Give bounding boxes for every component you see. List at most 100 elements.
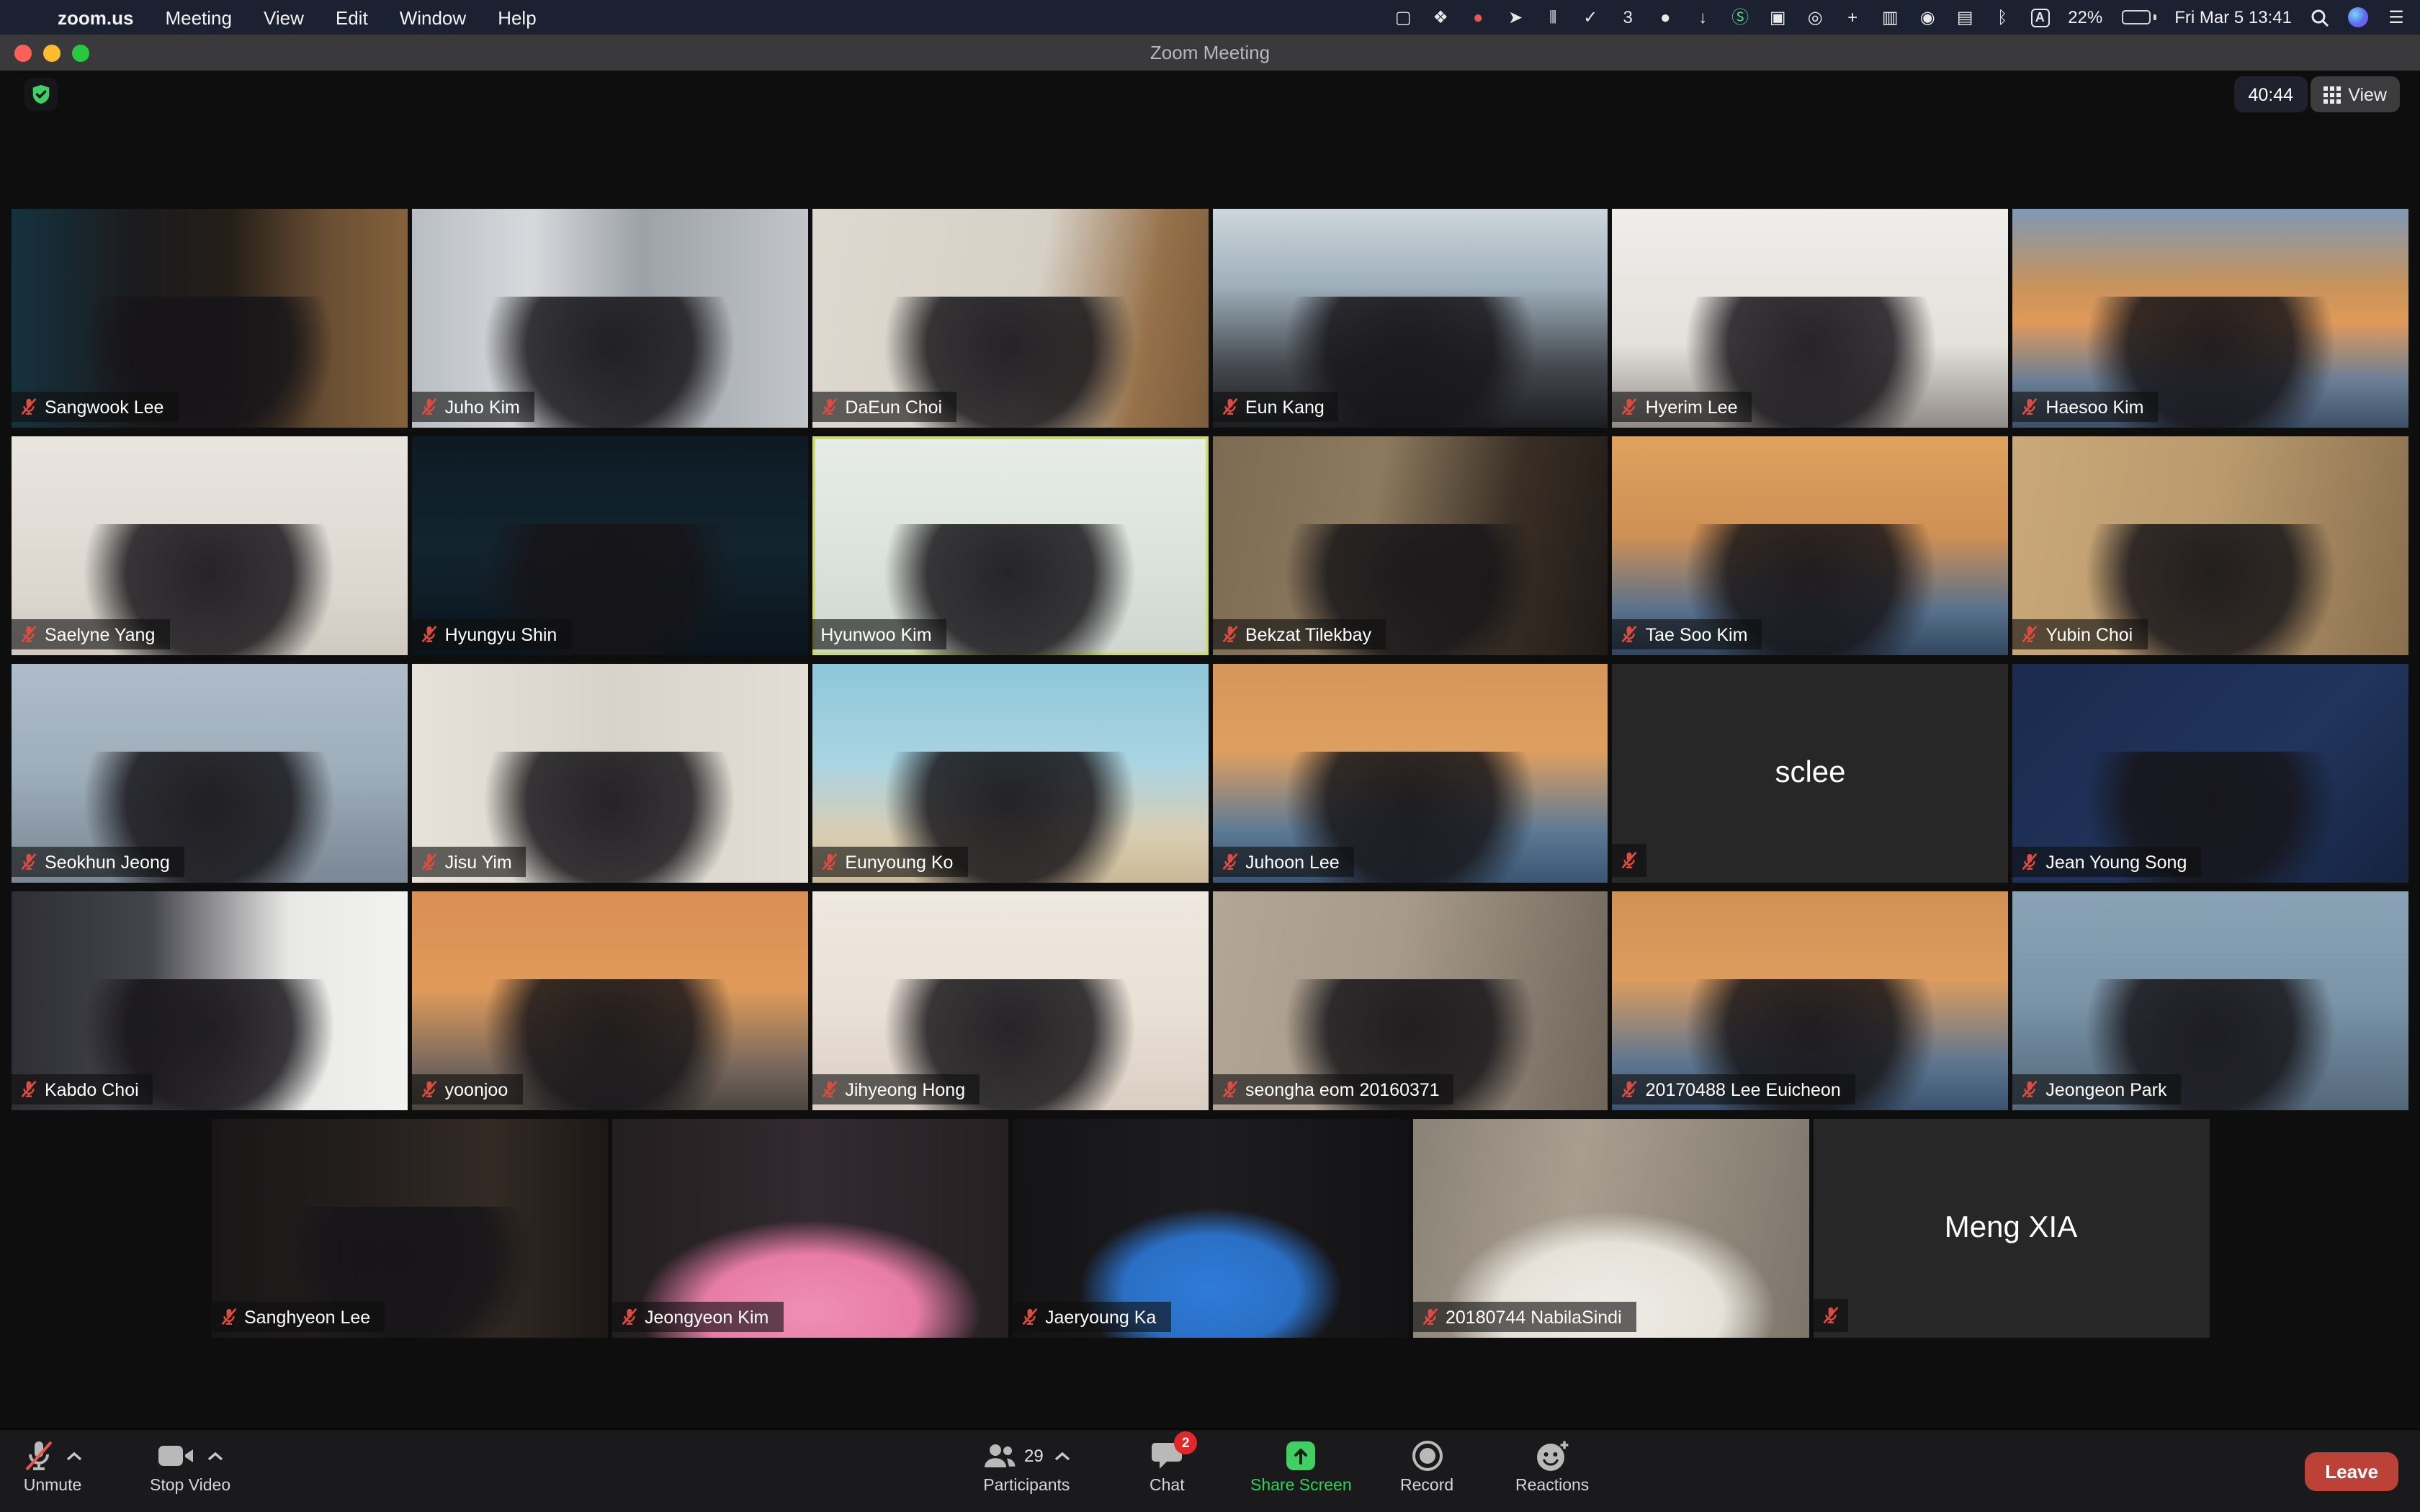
participant-name: yoonjoo <box>445 1079 508 1099</box>
muted-mic-icon <box>620 1308 637 1326</box>
menu-item-meeting[interactable]: Meeting <box>165 6 232 28</box>
participant-name: Juho Kim <box>445 397 520 417</box>
menu-item-zoom-us[interactable]: zoom.us <box>58 6 133 28</box>
reactions-smiley-icon <box>1535 1439 1569 1472</box>
unmute-button[interactable]: Unmute <box>23 1439 82 1495</box>
menu-item-window[interactable]: Window <box>400 6 467 28</box>
video-options-chevron-icon[interactable] <box>207 1451 223 1461</box>
muted-mic-icon <box>1221 625 1238 644</box>
participant-tile[interactable]: Jean Young Song <box>2012 664 2408 883</box>
participant-tile[interactable]: 20170488 Lee Euicheon <box>1613 891 2009 1110</box>
participant-name-label: Yubin Choi <box>2012 619 2147 649</box>
participant-name-label: Eunyoung Ko <box>812 847 967 877</box>
check-count[interactable]: 3 <box>1618 9 1637 26</box>
pointer-app-icon[interactable]: ➤ <box>1506 9 1525 26</box>
participant-name: Jihyeong Hong <box>845 1079 965 1099</box>
participant-tile[interactable]: Juho Kim <box>412 209 808 428</box>
participant-tile[interactable]: Hyunwoo Kim <box>812 436 1208 655</box>
participant-tile[interactable]: Jaeryoung Ka <box>1012 1119 1408 1338</box>
participant-name-label: Hyungyu Shin <box>412 619 572 649</box>
participant-tile[interactable]: Jihyeong Hong <box>812 891 1208 1110</box>
input-source-icon[interactable]: A <box>2030 8 2049 27</box>
screen-mirroring-icon[interactable]: ▢ <box>1394 9 1412 26</box>
participant-name: Sanghyeon Lee <box>244 1307 370 1327</box>
participant-tile[interactable]: Tae Soo Kim <box>1613 436 2009 655</box>
menu-item-edit[interactable]: Edit <box>336 6 368 28</box>
participant-tile[interactable]: DaEun Choi <box>812 209 1208 428</box>
participants-button[interactable]: 29 Participants <box>982 1439 1071 1495</box>
participant-name-label: Hyerim Lee <box>1613 392 1752 422</box>
participant-tile[interactable]: Juhoon Lee <box>1212 664 1608 883</box>
participant-tile[interactable]: Sangwook Lee <box>12 209 408 428</box>
airplay-icon[interactable]: ▤ <box>1955 9 1974 26</box>
status-icons: ▢❖●➤⫴✓3●↓Ⓢ▣◎+▥◉▤ᛒA22%Fri Mar 5 13:41☰ <box>1394 7 2406 27</box>
messenger-badge-icon[interactable]: ● <box>1469 9 1487 26</box>
participant-tile[interactable]: Sanghyeon Lee <box>211 1119 607 1338</box>
split-view-icon[interactable]: ▥ <box>1881 9 1899 26</box>
window-manager-icon[interactable]: ▣ <box>1768 9 1787 26</box>
participant-tile[interactable]: Jisu Yim <box>412 664 808 883</box>
muted-mic-icon <box>20 625 37 644</box>
participant-name-label <box>1813 1299 1847 1332</box>
leave-button[interactable]: Leave <box>2305 1452 2398 1490</box>
participant-tile[interactable]: Haesoo Kim <box>2012 209 2408 428</box>
participant-tile[interactable]: Seokhun Jeong <box>12 664 408 883</box>
participant-name-label: Hyunwoo Kim <box>812 619 946 649</box>
chat-button[interactable]: 2 Chat <box>1150 1439 1185 1495</box>
minimize-window-button[interactable] <box>43 44 60 61</box>
participant-tile[interactable]: Jeongyeon Kim <box>611 1119 1008 1338</box>
participant-name-label: Tae Soo Kim <box>1613 619 1762 649</box>
participant-tile[interactable]: Hyerim Lee <box>1613 209 2009 428</box>
menu-item-view[interactable]: View <box>264 6 304 28</box>
participant-name-label: Kabdo Choi <box>12 1074 153 1104</box>
menu-item-help[interactable]: Help <box>498 6 537 28</box>
audio-levels-icon[interactable]: ⫴ <box>1543 9 1562 26</box>
shottr-icon[interactable]: Ⓢ <box>1731 9 1749 26</box>
download-icon[interactable]: ↓ <box>1693 9 1712 26</box>
view-button[interactable]: View <box>2311 76 2400 112</box>
close-window-button[interactable] <box>14 44 32 61</box>
spotlight-search-icon[interactable] <box>2311 8 2329 27</box>
participant-tile[interactable]: Kabdo Choi <box>12 891 408 1110</box>
participant-tile[interactable]: Saelyne Yang <box>12 436 408 655</box>
plus-icon[interactable]: + <box>1843 9 1862 26</box>
participant-tile[interactable]: Meng XIA <box>1813 1119 2209 1338</box>
dropbox-icon[interactable]: ❖ <box>1431 9 1450 26</box>
accessibility-icon[interactable]: ◉ <box>1918 9 1937 26</box>
muted-mic-icon <box>421 1080 438 1099</box>
record-button[interactable]: Record <box>1400 1439 1453 1495</box>
bell-icon[interactable]: ● <box>1656 9 1675 26</box>
participants-chevron-icon[interactable] <box>1055 1451 1071 1461</box>
participant-name: Jaeryoung Ka <box>1045 1307 1156 1327</box>
window-title-bar: Zoom Meeting <box>0 35 2420 71</box>
check-circle-icon[interactable]: ✓ <box>1581 9 1600 26</box>
list-menu-icon[interactable]: ☰ <box>2387 9 2406 26</box>
pause-circle-icon[interactable]: ◎ <box>1806 9 1824 26</box>
meeting-timer: 40:44 <box>2233 76 2308 112</box>
participant-tile[interactable]: 20180744 NabilaSindi <box>1412 1119 1809 1338</box>
participant-tile[interactable]: sclee <box>1613 664 2009 883</box>
mic-options-chevron-icon[interactable] <box>66 1451 82 1461</box>
participant-tile[interactable]: Eunyoung Ko <box>812 664 1208 883</box>
participant-tile[interactable]: Jeongeon Park <box>2012 891 2408 1110</box>
participant-tile[interactable]: Eun Kang <box>1212 209 1608 428</box>
fullscreen-window-button[interactable] <box>72 44 89 61</box>
window-title: Zoom Meeting <box>0 42 2420 63</box>
share-screen-button[interactable]: Share Screen <box>1250 1439 1352 1495</box>
participant-tile[interactable]: Hyungyu Shin <box>412 436 808 655</box>
menu-bar-clock[interactable]: Fri Mar 5 13:41 <box>2174 7 2292 27</box>
participant-name-label: seongha eom 20160371 <box>1212 1074 1454 1104</box>
participant-name: Sangwook Lee <box>45 397 163 417</box>
siri-icon[interactable] <box>2348 7 2368 27</box>
stop-video-button[interactable]: Stop Video <box>150 1439 230 1495</box>
reactions-button[interactable]: Reactions <box>1515 1439 1589 1495</box>
participant-tile[interactable]: seongha eom 20160371 <box>1212 891 1608 1110</box>
participant-tile[interactable]: Bekzat Tilekbay <box>1212 436 1608 655</box>
participant-tile[interactable]: yoonjoo <box>412 891 808 1110</box>
meeting-security-shield-icon[interactable] <box>24 78 58 111</box>
participant-tile[interactable]: Yubin Choi <box>2012 436 2408 655</box>
bluetooth-icon[interactable]: ᛒ <box>1993 9 2012 26</box>
muted-mic-icon <box>1021 1308 1038 1326</box>
participant-name-label: 20170488 Lee Euicheon <box>1613 1074 1855 1104</box>
participant-name-label: Jisu Yim <box>412 847 526 877</box>
